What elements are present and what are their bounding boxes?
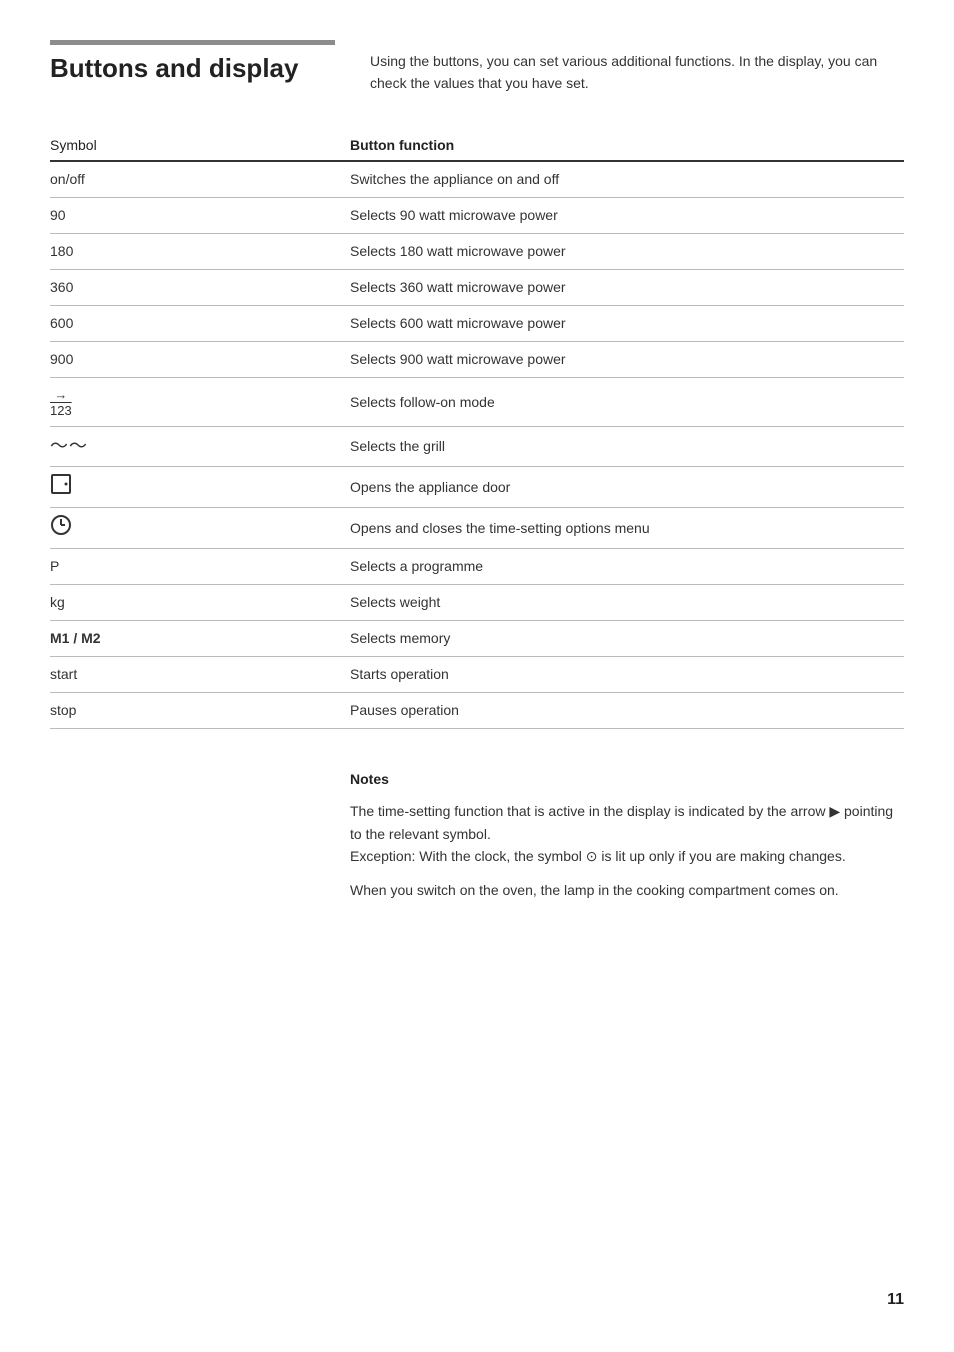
function-180: Selects 180 watt microwave power bbox=[350, 241, 904, 262]
table-row: → 123 Selects follow-on mode bbox=[50, 378, 904, 428]
function-m1m2: Selects memory bbox=[350, 628, 904, 649]
table-row: kg Selects weight bbox=[50, 585, 904, 621]
table-row: M1 / M2 Selects memory bbox=[50, 621, 904, 657]
intro-text: Using the buttons, you can set various a… bbox=[370, 50, 904, 95]
arrow-icon: → bbox=[54, 388, 67, 401]
notes-section: Notes The time-setting function that is … bbox=[50, 769, 904, 914]
symbol-clock bbox=[50, 514, 350, 542]
symbol-table: Symbol Button function on/off Switches t… bbox=[50, 135, 904, 730]
page-title: Buttons and display bbox=[50, 53, 330, 84]
symbol-360: 360 bbox=[50, 277, 350, 298]
function-90: Selects 90 watt microwave power bbox=[350, 205, 904, 226]
symbol-m1m2: M1 / M2 bbox=[50, 628, 350, 649]
table-row: 900 Selects 900 watt microwave power bbox=[50, 342, 904, 378]
notes-title: Notes bbox=[350, 769, 904, 790]
symbol-600: 600 bbox=[50, 313, 350, 334]
table-row: stop Pauses operation bbox=[50, 693, 904, 729]
grill-icon: 〜〜 bbox=[50, 436, 88, 456]
table-row: 90 Selects 90 watt microwave power bbox=[50, 198, 904, 234]
function-600: Selects 600 watt microwave power bbox=[350, 313, 904, 334]
left-column: Buttons and display bbox=[50, 40, 350, 84]
function-start: Starts operation bbox=[350, 664, 904, 685]
notes-paragraph-1: The time-setting function that is active… bbox=[350, 800, 904, 867]
function-onoff: Switches the appliance on and off bbox=[350, 169, 904, 190]
function-grill: Selects the grill bbox=[350, 436, 904, 457]
table-row: 180 Selects 180 watt microwave power bbox=[50, 234, 904, 270]
function-900: Selects 900 watt microwave power bbox=[350, 349, 904, 370]
column-symbol-header: Symbol bbox=[50, 135, 350, 156]
table-row: 600 Selects 600 watt microwave power bbox=[50, 306, 904, 342]
door-icon bbox=[50, 473, 72, 495]
symbol-900: 900 bbox=[50, 349, 350, 370]
symbol-start: start bbox=[50, 664, 350, 685]
symbol-180: 180 bbox=[50, 241, 350, 262]
symbol-p: P bbox=[50, 556, 350, 577]
symbol-onoff: on/off bbox=[50, 169, 350, 190]
title-decoration-bar bbox=[50, 40, 335, 45]
symbol-kg: kg bbox=[50, 592, 350, 613]
function-stop: Pauses operation bbox=[350, 700, 904, 721]
right-column-intro: Using the buttons, you can set various a… bbox=[350, 40, 904, 95]
function-360: Selects 360 watt microwave power bbox=[350, 277, 904, 298]
table-row: 360 Selects 360 watt microwave power bbox=[50, 270, 904, 306]
notes-paragraph-2: When you switch on the oven, the lamp in… bbox=[350, 879, 904, 901]
page-container: Buttons and display Using the buttons, y… bbox=[50, 40, 904, 914]
function-kg: Selects weight bbox=[350, 592, 904, 613]
function-door: Opens the appliance door bbox=[350, 477, 904, 498]
symbol-follow-on: → 123 bbox=[50, 384, 350, 421]
top-section: Buttons and display Using the buttons, y… bbox=[50, 40, 904, 95]
overline-123: 123 bbox=[50, 401, 72, 421]
clock-icon bbox=[50, 514, 72, 536]
function-clock: Opens and closes the time-setting option… bbox=[350, 518, 904, 539]
symbol-stop: stop bbox=[50, 700, 350, 721]
table-header: Symbol Button function bbox=[50, 135, 904, 162]
table-row: 〜〜 Selects the grill bbox=[50, 427, 904, 467]
page-number: 11 bbox=[887, 1288, 904, 1312]
column-function-header: Button function bbox=[350, 135, 904, 156]
table-row: P Selects a programme bbox=[50, 549, 904, 585]
function-p: Selects a programme bbox=[350, 556, 904, 577]
symbol-door bbox=[50, 473, 350, 501]
symbol-90: 90 bbox=[50, 205, 350, 226]
function-follow-on: Selects follow-on mode bbox=[350, 392, 904, 413]
symbol-grill: 〜〜 bbox=[50, 433, 350, 460]
follow-on-icon: → 123 bbox=[50, 388, 72, 421]
table-row: start Starts operation bbox=[50, 657, 904, 693]
table-row: Opens the appliance door bbox=[50, 467, 904, 508]
table-row: Opens and closes the time-setting option… bbox=[50, 508, 904, 549]
table-row: on/off Switches the appliance on and off bbox=[50, 162, 904, 198]
